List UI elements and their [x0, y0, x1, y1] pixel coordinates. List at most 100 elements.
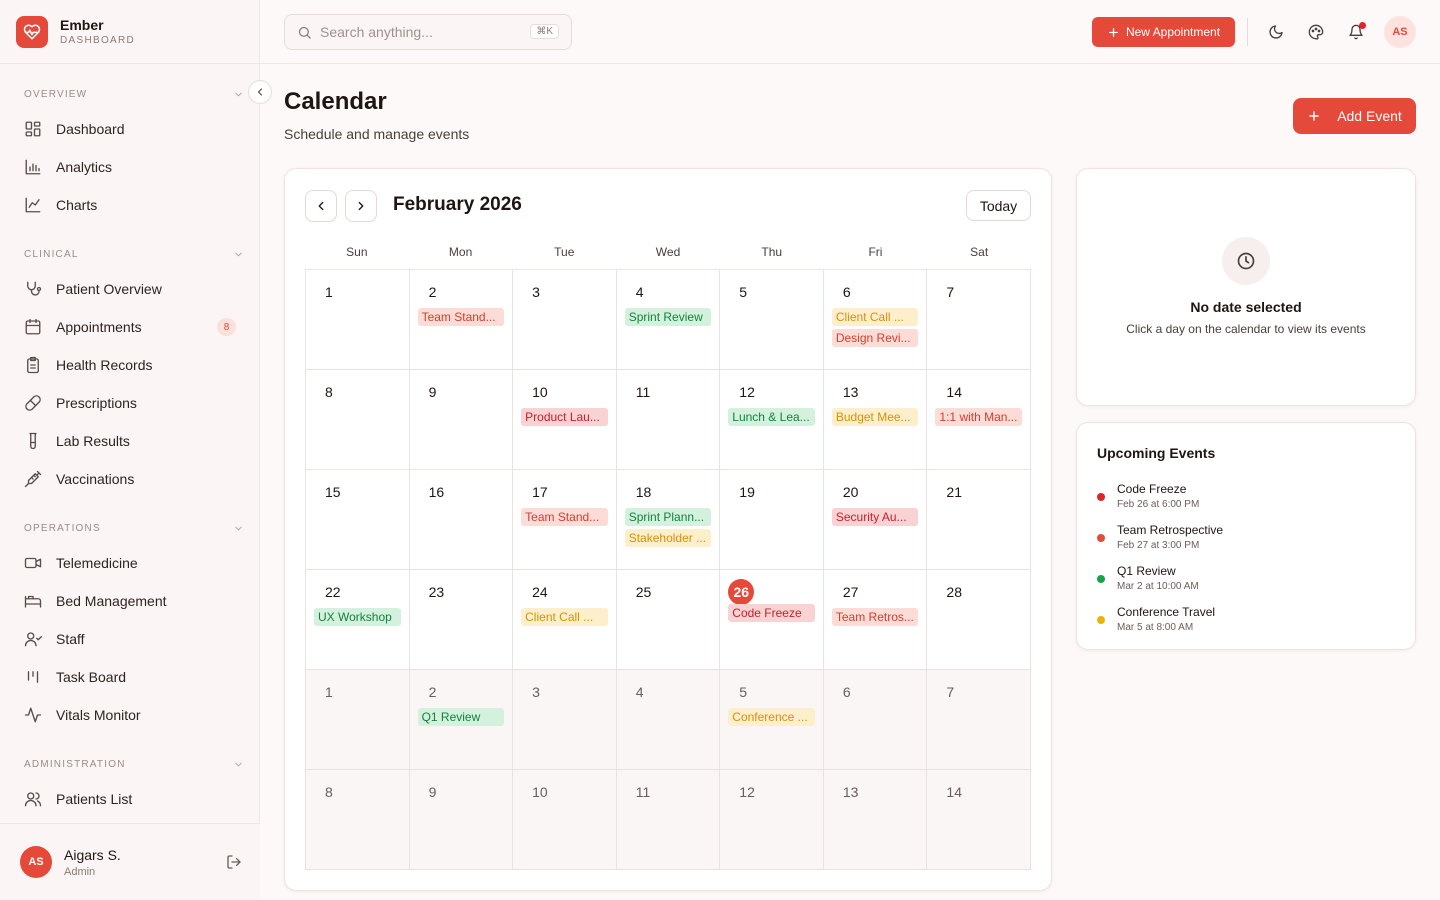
calendar-day-cell[interactable]: 17 Team Stand...: [513, 470, 617, 570]
calendar-event-chip[interactable]: Team Retros...: [831, 608, 919, 626]
calendar-day-cell[interactable]: 9: [409, 370, 514, 470]
calendar-event-chip[interactable]: Sprint Review: [624, 308, 712, 326]
calendar-event-chip[interactable]: Q1 Review: [417, 708, 505, 726]
calendar-event-chip[interactable]: Conference ...: [728, 708, 815, 726]
calendar-day-cell[interactable]: 8: [306, 770, 410, 870]
sidebar-item-vaccinations[interactable]: Vaccinations: [24, 460, 244, 498]
day-number: 9: [428, 784, 437, 800]
section-administration[interactable]: ADMINISTRATION: [24, 754, 244, 774]
collapse-sidebar-button[interactable]: [248, 80, 272, 104]
sidebar-item-lab-results[interactable]: Lab Results: [24, 422, 244, 460]
calendar-event-chip[interactable]: Team Stand...: [521, 508, 608, 526]
today-button[interactable]: Today: [966, 190, 1031, 221]
user-avatar-button[interactable]: AS: [1384, 16, 1416, 48]
calendar-day-cell[interactable]: 11: [616, 370, 721, 470]
search-box[interactable]: ⌘K: [284, 14, 572, 50]
calendar-day-cell[interactable]: 7: [927, 670, 1031, 770]
calendar-day-cell[interactable]: 26 Code Freeze: [720, 570, 824, 670]
sidebar-item-task-board[interactable]: Task Board: [24, 658, 244, 696]
calendar-day-cell[interactable]: 3: [513, 670, 617, 770]
sidebar-item-prescriptions[interactable]: Prescriptions: [24, 384, 244, 422]
sidebar-item-telemedicine[interactable]: Telemedicine: [24, 544, 244, 582]
calendar-day-cell[interactable]: 10 Product Lau...: [513, 370, 617, 470]
calendar-day-cell[interactable]: 10: [513, 770, 617, 870]
search-input[interactable]: [320, 24, 520, 40]
section-clinical[interactable]: CLINICAL: [24, 244, 244, 264]
calendar-event-chip[interactable]: Client Call ...: [521, 608, 608, 626]
calendar-day-cell[interactable]: 1: [306, 270, 410, 370]
calendar-day-cell[interactable]: 24 Client Call ...: [513, 570, 617, 670]
calendar-day-cell[interactable]: 22 UX Workshop: [306, 570, 410, 670]
calendar-event-chip[interactable]: Product Lau...: [521, 408, 608, 426]
calendar-event-chip[interactable]: Client Call ...: [831, 308, 919, 326]
calendar-event-chip[interactable]: Code Freeze: [728, 604, 815, 622]
test-tube-icon: [29, 432, 37, 450]
calendar-day-cell[interactable]: 4 Sprint Review: [616, 270, 721, 370]
add-event-button[interactable]: Add Event: [1293, 98, 1416, 134]
notifications-button[interactable]: [1344, 20, 1368, 44]
calendar-day-cell[interactable]: 25: [616, 570, 721, 670]
calendar-day-cell[interactable]: 18 Sprint Plann... Stakeholder ...: [616, 470, 721, 570]
calendar-day-cell[interactable]: 14: [927, 770, 1031, 870]
calendar-day-cell[interactable]: 5 Conference ...: [720, 670, 824, 770]
calendar-day-cell[interactable]: 2 Q1 Review: [409, 670, 514, 770]
calendar-day-cell[interactable]: 1: [306, 670, 410, 770]
logout-button[interactable]: [226, 854, 242, 875]
calendar-event-chip[interactable]: UX Workshop: [314, 608, 401, 626]
brand[interactable]: Ember DASHBOARD: [0, 0, 259, 64]
sidebar-item-appointments[interactable]: Appointments 8: [24, 308, 244, 346]
sidebar-item-staff[interactable]: Staff: [24, 620, 244, 658]
theme-toggle-button[interactable]: [1264, 20, 1288, 44]
calendar-event-chip[interactable]: Security Au...: [831, 508, 919, 526]
calendar-day-cell[interactable]: 2 Team Stand...: [409, 270, 514, 370]
user-profile[interactable]: AS Aigars S. Admin: [0, 823, 260, 900]
calendar-day-cell[interactable]: 5: [720, 270, 824, 370]
sidebar-item-bed-management[interactable]: Bed Management: [24, 582, 244, 620]
sidebar-item-vitals-monitor[interactable]: Vitals Monitor: [24, 696, 244, 734]
calendar-day-cell[interactable]: 14 1:1 with Man...: [927, 370, 1031, 470]
calendar-day-cell[interactable]: 13 Budget Mee...: [823, 370, 928, 470]
calendar-day-cell[interactable]: 9: [409, 770, 514, 870]
divider: [1247, 18, 1248, 46]
calendar-day-cell[interactable]: 3: [513, 270, 617, 370]
calendar-day-cell[interactable]: 15: [306, 470, 410, 570]
calendar-day-cell[interactable]: 6: [823, 670, 928, 770]
sidebar-item-health-records[interactable]: Health Records: [24, 346, 244, 384]
calendar-event-chip[interactable]: Team Stand...: [417, 308, 505, 326]
logout-icon: [227, 855, 241, 869]
calendar-day-cell[interactable]: 12: [720, 770, 824, 870]
calendar-event-chip[interactable]: 1:1 with Man...: [935, 408, 1022, 426]
section-overview[interactable]: OVERVIEW: [24, 84, 244, 104]
calendar-day-cell[interactable]: 28: [927, 570, 1031, 670]
sidebar-item-patients-list[interactable]: Patients List: [24, 780, 244, 818]
palette-button[interactable]: [1304, 20, 1328, 44]
calendar-day-cell[interactable]: 13: [823, 770, 928, 870]
calendar-event-chip[interactable]: Stakeholder ...: [624, 529, 712, 547]
calendar-day-cell[interactable]: 7: [927, 270, 1031, 370]
clock-icon: [1237, 252, 1255, 270]
sidebar-item-dashboard[interactable]: Dashboard: [24, 110, 244, 148]
sidebar-item-patient-overview[interactable]: Patient Overview: [24, 270, 244, 308]
no-date-subtitle: Click a day on the calendar to view its …: [1126, 322, 1366, 336]
calendar-day-cell[interactable]: 11: [616, 770, 721, 870]
new-appointment-button[interactable]: New Appointment: [1092, 17, 1235, 47]
prev-month-button[interactable]: [305, 190, 337, 222]
calendar-event-chip[interactable]: Design Revi...: [831, 329, 919, 347]
calendar-day-cell[interactable]: 4: [616, 670, 721, 770]
calendar-event-chip[interactable]: Sprint Plann...: [624, 508, 712, 526]
calendar-day-cell[interactable]: 6 Client Call ... Design Revi...: [823, 270, 928, 370]
next-month-button[interactable]: [345, 190, 377, 222]
calendar-day-cell[interactable]: 12 Lunch & Lea...: [720, 370, 824, 470]
calendar-day-cell[interactable]: 23: [409, 570, 514, 670]
calendar-day-cell[interactable]: 16: [409, 470, 514, 570]
section-operations[interactable]: OPERATIONS: [24, 518, 244, 538]
calendar-day-cell[interactable]: 8: [306, 370, 410, 470]
sidebar-item-analytics[interactable]: Analytics: [24, 148, 244, 186]
calendar-event-chip[interactable]: Budget Mee...: [831, 408, 919, 426]
calendar-day-cell[interactable]: 20 Security Au...: [823, 470, 928, 570]
calendar-day-cell[interactable]: 27 Team Retros...: [823, 570, 928, 670]
calendar-event-chip[interactable]: Lunch & Lea...: [728, 408, 815, 426]
sidebar-item-charts[interactable]: Charts: [24, 186, 244, 224]
calendar-day-cell[interactable]: 19: [720, 470, 824, 570]
calendar-day-cell[interactable]: 21: [927, 470, 1031, 570]
